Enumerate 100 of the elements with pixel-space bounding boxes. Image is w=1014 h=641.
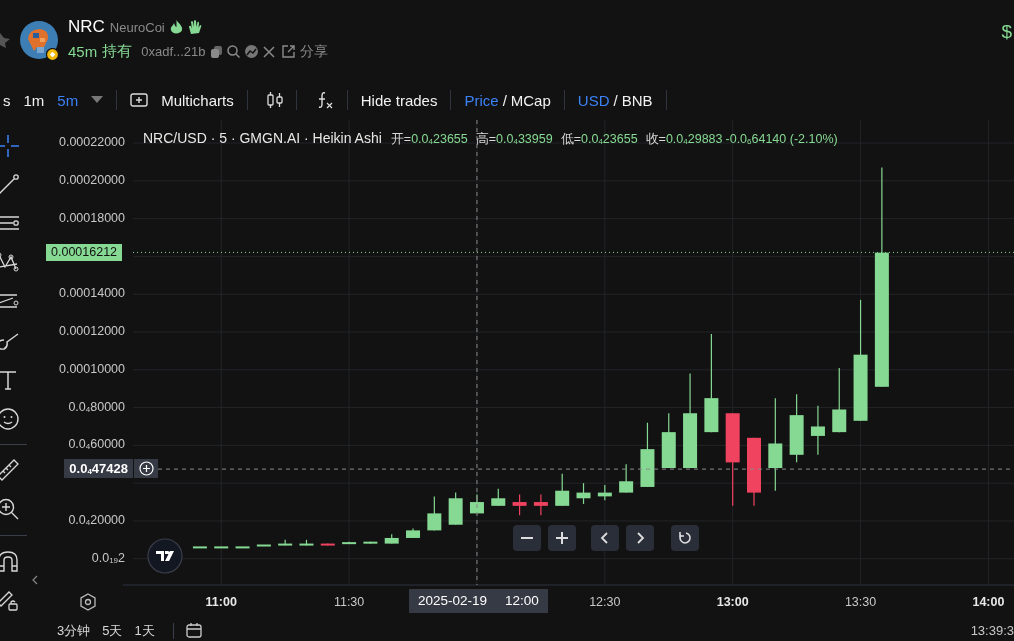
price-axis-label: 0.0$_{4}$60000 bbox=[68, 437, 125, 452]
candle bbox=[235, 546, 250, 549]
candle bbox=[533, 493, 548, 516]
candle bbox=[299, 539, 314, 547]
ohlc-value: 0.0$_{4}$29883 bbox=[665, 132, 723, 146]
zoom-out-button[interactable] bbox=[513, 525, 541, 551]
candle bbox=[192, 546, 207, 549]
ohlc-value: 0.0$_{4}$33959 bbox=[496, 132, 553, 146]
crosshair-icon[interactable] bbox=[0, 134, 19, 157]
candle bbox=[640, 422, 655, 488]
chart-circle-icon[interactable] bbox=[244, 45, 258, 58]
interval-tab[interactable]: 1m bbox=[23, 91, 45, 109]
time-axis-label: 11:00 bbox=[205, 595, 237, 609]
last-price-tag: 0.00016212 bbox=[46, 244, 123, 262]
price-axis-label: 0.0$_{4}$80000 bbox=[68, 399, 125, 414]
clock-label: 13:39:3 bbox=[970, 623, 1014, 638]
trend-line-icon[interactable] bbox=[0, 173, 19, 196]
reset-button[interactable] bbox=[671, 525, 699, 551]
candle bbox=[747, 437, 761, 507]
candles-icon[interactable] bbox=[266, 91, 283, 109]
candle bbox=[320, 543, 335, 547]
candle bbox=[810, 405, 825, 456]
interval-tab[interactable]: s bbox=[3, 91, 11, 109]
add-alert-button[interactable] bbox=[134, 459, 158, 479]
coin-badge-icon bbox=[46, 48, 59, 61]
time-axis-label: 13:00 bbox=[716, 595, 749, 609]
share-link[interactable]: 分享 bbox=[299, 42, 328, 61]
candle bbox=[448, 492, 463, 526]
candle bbox=[491, 488, 506, 507]
smiley-icon[interactable] bbox=[0, 407, 19, 430]
copy-icon[interactable] bbox=[210, 45, 222, 58]
price-axis-label: 0.00014000 bbox=[58, 286, 125, 301]
share-icon[interactable] bbox=[281, 45, 295, 58]
candle bbox=[342, 541, 357, 545]
time-label: 12:00 bbox=[505, 593, 539, 609]
settings-icon[interactable] bbox=[79, 593, 97, 611]
ohlc-label: 开= bbox=[390, 131, 412, 148]
candle bbox=[597, 484, 612, 501]
scroll-left-button[interactable] bbox=[591, 525, 619, 551]
token-address[interactable]: 0xadf...21b bbox=[141, 44, 206, 59]
token-logo bbox=[20, 21, 58, 59]
x-icon[interactable] bbox=[262, 45, 275, 58]
candle bbox=[576, 482, 591, 505]
candle bbox=[789, 393, 804, 463]
candle bbox=[469, 493, 484, 514]
toggle-option[interactable]: Price bbox=[464, 91, 499, 109]
candle bbox=[363, 541, 378, 545]
collapse-icon[interactable] bbox=[32, 575, 38, 585]
toggle-option[interactable]: BNB bbox=[621, 91, 653, 109]
candle bbox=[555, 473, 570, 507]
flame-icon bbox=[169, 19, 183, 35]
magnet-icon[interactable] bbox=[0, 550, 19, 573]
chart-title: NRC/USD · 5 · GMGN.AI · Heikin Ashi bbox=[143, 130, 382, 146]
ohlc-value: 0.0$_{4}$23655 bbox=[581, 132, 638, 146]
reset-icon bbox=[677, 531, 693, 545]
candle bbox=[384, 533, 399, 545]
scroll-right-button[interactable] bbox=[626, 525, 654, 551]
date-label: 2025-02-19 bbox=[417, 593, 487, 609]
token-name: NeuroCoi bbox=[109, 19, 165, 35]
time-axis-label: 14:00 bbox=[972, 595, 1005, 609]
search-icon[interactable] bbox=[226, 45, 240, 58]
price-axis-label: 0.00022000 bbox=[58, 135, 125, 150]
zoom-in-button[interactable] bbox=[548, 525, 576, 551]
calendar-icon[interactable] bbox=[185, 623, 202, 638]
range-button[interactable]: 3分钟 bbox=[57, 621, 91, 640]
price-axis-label: 0.00020000 bbox=[58, 172, 125, 187]
add-chart-icon[interactable] bbox=[130, 93, 149, 107]
candle bbox=[832, 367, 847, 433]
price-axis-label: 0.00012000 bbox=[58, 324, 125, 338]
plus-icon bbox=[554, 531, 570, 545]
candle bbox=[214, 546, 229, 549]
price-change: -0.0$_{6}$64140 (-2.10%) bbox=[725, 132, 838, 146]
interval-tab[interactable]: 5m bbox=[57, 91, 79, 109]
holding-label: 持有 bbox=[102, 42, 133, 61]
caret-icon[interactable] bbox=[91, 96, 104, 104]
price-value: $ bbox=[1001, 21, 1012, 43]
ruler-icon[interactable] bbox=[0, 459, 19, 482]
candle bbox=[619, 463, 634, 494]
tradingview-logo bbox=[147, 538, 183, 574]
range-button[interactable]: 5天 bbox=[102, 621, 123, 640]
ohlc-label: 低= bbox=[560, 131, 581, 148]
price-axis-label: 0.0$_{4}$20000 bbox=[68, 512, 125, 527]
time-axis-label: 13:30 bbox=[844, 595, 877, 609]
range-button[interactable]: 1天 bbox=[134, 621, 155, 640]
candle bbox=[406, 527, 421, 539]
text-tool-icon[interactable] bbox=[0, 368, 19, 391]
multicharts-button[interactable]: Multicharts bbox=[161, 91, 234, 109]
candle bbox=[661, 412, 676, 469]
candle bbox=[278, 539, 293, 547]
pattern-icon[interactable] bbox=[0, 251, 19, 274]
zoom-in-icon[interactable] bbox=[0, 498, 19, 521]
hide-trades-button[interactable]: Hide trades bbox=[360, 91, 438, 109]
ohlc-value: 0.0$_{4}$23655 bbox=[411, 132, 468, 146]
separator: / bbox=[613, 91, 618, 109]
crosshair-price-tag: 0.0$_{4}$47428 bbox=[64, 459, 133, 479]
lock-pencil-icon[interactable] bbox=[0, 589, 19, 612]
toggle-option[interactable]: USD bbox=[577, 91, 610, 109]
toggle-option[interactable]: MCap bbox=[510, 91, 551, 109]
plus-circle-icon bbox=[138, 461, 154, 477]
hand-icon bbox=[187, 19, 202, 35]
